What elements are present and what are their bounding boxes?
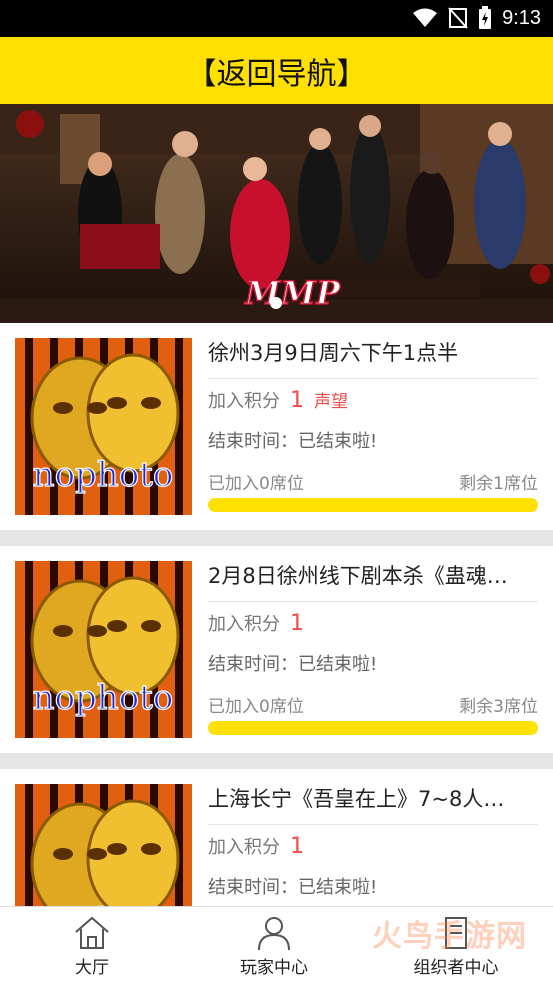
points-value: 1 (290, 611, 304, 636)
theater-masks-icon: nophoto (15, 338, 192, 515)
remaining-seats: 剩余1席位 (459, 474, 538, 494)
status-bar: 9:13 (0, 0, 553, 37)
event-list: nophoto 徐州3月9日周六下午1点半 加入积分 1 声望 结束时间：已结束… (0, 323, 553, 976)
svg-text:MMP: MMP (244, 274, 341, 312)
progress-bar (208, 721, 538, 735)
tab-label: 玩家中心 (240, 958, 308, 978)
home-icon (75, 916, 109, 949)
bottom-tab-bar: 大厅 玩家中心 组织者中心 火鸟手游网 (0, 906, 553, 983)
card-separator (0, 753, 553, 769)
header: 【返回导航】 (0, 37, 553, 104)
points-row: 加入积分 1 声望 (208, 387, 348, 413)
end-time: 结束时间：已结束啦! (208, 654, 378, 675)
svg-text:nophoto: nophoto (33, 678, 174, 718)
joined-seats: 已加入0席位 (208, 697, 304, 717)
progress-fill (208, 721, 538, 735)
divider (208, 601, 538, 602)
status-icons: 9:13 (412, 6, 541, 30)
end-time: 结束时间：已结束啦! (208, 877, 378, 898)
remaining-seats: 剩余3席位 (459, 697, 538, 717)
back-to-nav-button[interactable]: 【返回导航】 (187, 49, 367, 93)
card-separator (0, 530, 553, 546)
event-thumbnail: nophoto (15, 561, 192, 738)
points-value: 1 (290, 834, 304, 859)
points-row: 加入积分 1 (208, 610, 314, 636)
seats-row: 已加入0席位 剩余3席位 (208, 692, 538, 717)
battery-charging-icon (479, 6, 492, 29)
points-row: 加入积分 1 (208, 833, 314, 859)
tab-lobby[interactable]: 大厅 (0, 907, 184, 984)
tab-player-center[interactable]: 玩家中心 (182, 907, 366, 984)
tab-label: 大厅 (75, 958, 109, 978)
points-label: 加入积分 (208, 391, 280, 412)
seats-row: 已加入0席位 剩余1席位 (208, 469, 538, 494)
divider (208, 824, 538, 825)
event-title[interactable]: 上海长宁《吾皇在上》7~8人… (208, 783, 538, 813)
status-time: 9:13 (502, 6, 541, 29)
person-icon (258, 917, 290, 951)
points-unit: 声望 (314, 392, 348, 412)
points-label: 加入积分 (208, 614, 280, 635)
carousel-dot[interactable] (270, 297, 282, 309)
banner-logo: MMP (243, 273, 341, 312)
points-value: 1 (290, 388, 304, 413)
event-thumbnail: nophoto (15, 338, 192, 515)
points-label: 加入积分 (208, 837, 280, 858)
event-title[interactable]: 2月8日徐州线下剧本杀《蛊魂… (208, 560, 538, 590)
end-time: 结束时间：已结束啦! (208, 431, 378, 452)
banner-carousel[interactable]: MMP (0, 104, 553, 323)
watermark: 火鸟手游网 (372, 919, 527, 954)
theater-masks-icon: nophoto (15, 561, 192, 738)
event-title[interactable]: 徐州3月9日周六下午1点半 (208, 337, 538, 367)
wifi-icon (413, 8, 438, 27)
svg-text:nophoto: nophoto (33, 455, 174, 495)
no-signal-icon (448, 7, 468, 29)
progress-fill (208, 498, 538, 512)
joined-seats: 已加入0席位 (208, 474, 304, 494)
divider (208, 378, 538, 379)
progress-bar (208, 498, 538, 512)
tab-label: 组织者中心 (413, 958, 499, 978)
event-card[interactable]: nophoto 2月8日徐州线下剧本杀《蛊魂… 加入积分 1 结束时间：已结束啦… (0, 546, 553, 753)
event-card[interactable]: nophoto 徐州3月9日周六下午1点半 加入积分 1 声望 结束时间：已结束… (0, 323, 553, 530)
